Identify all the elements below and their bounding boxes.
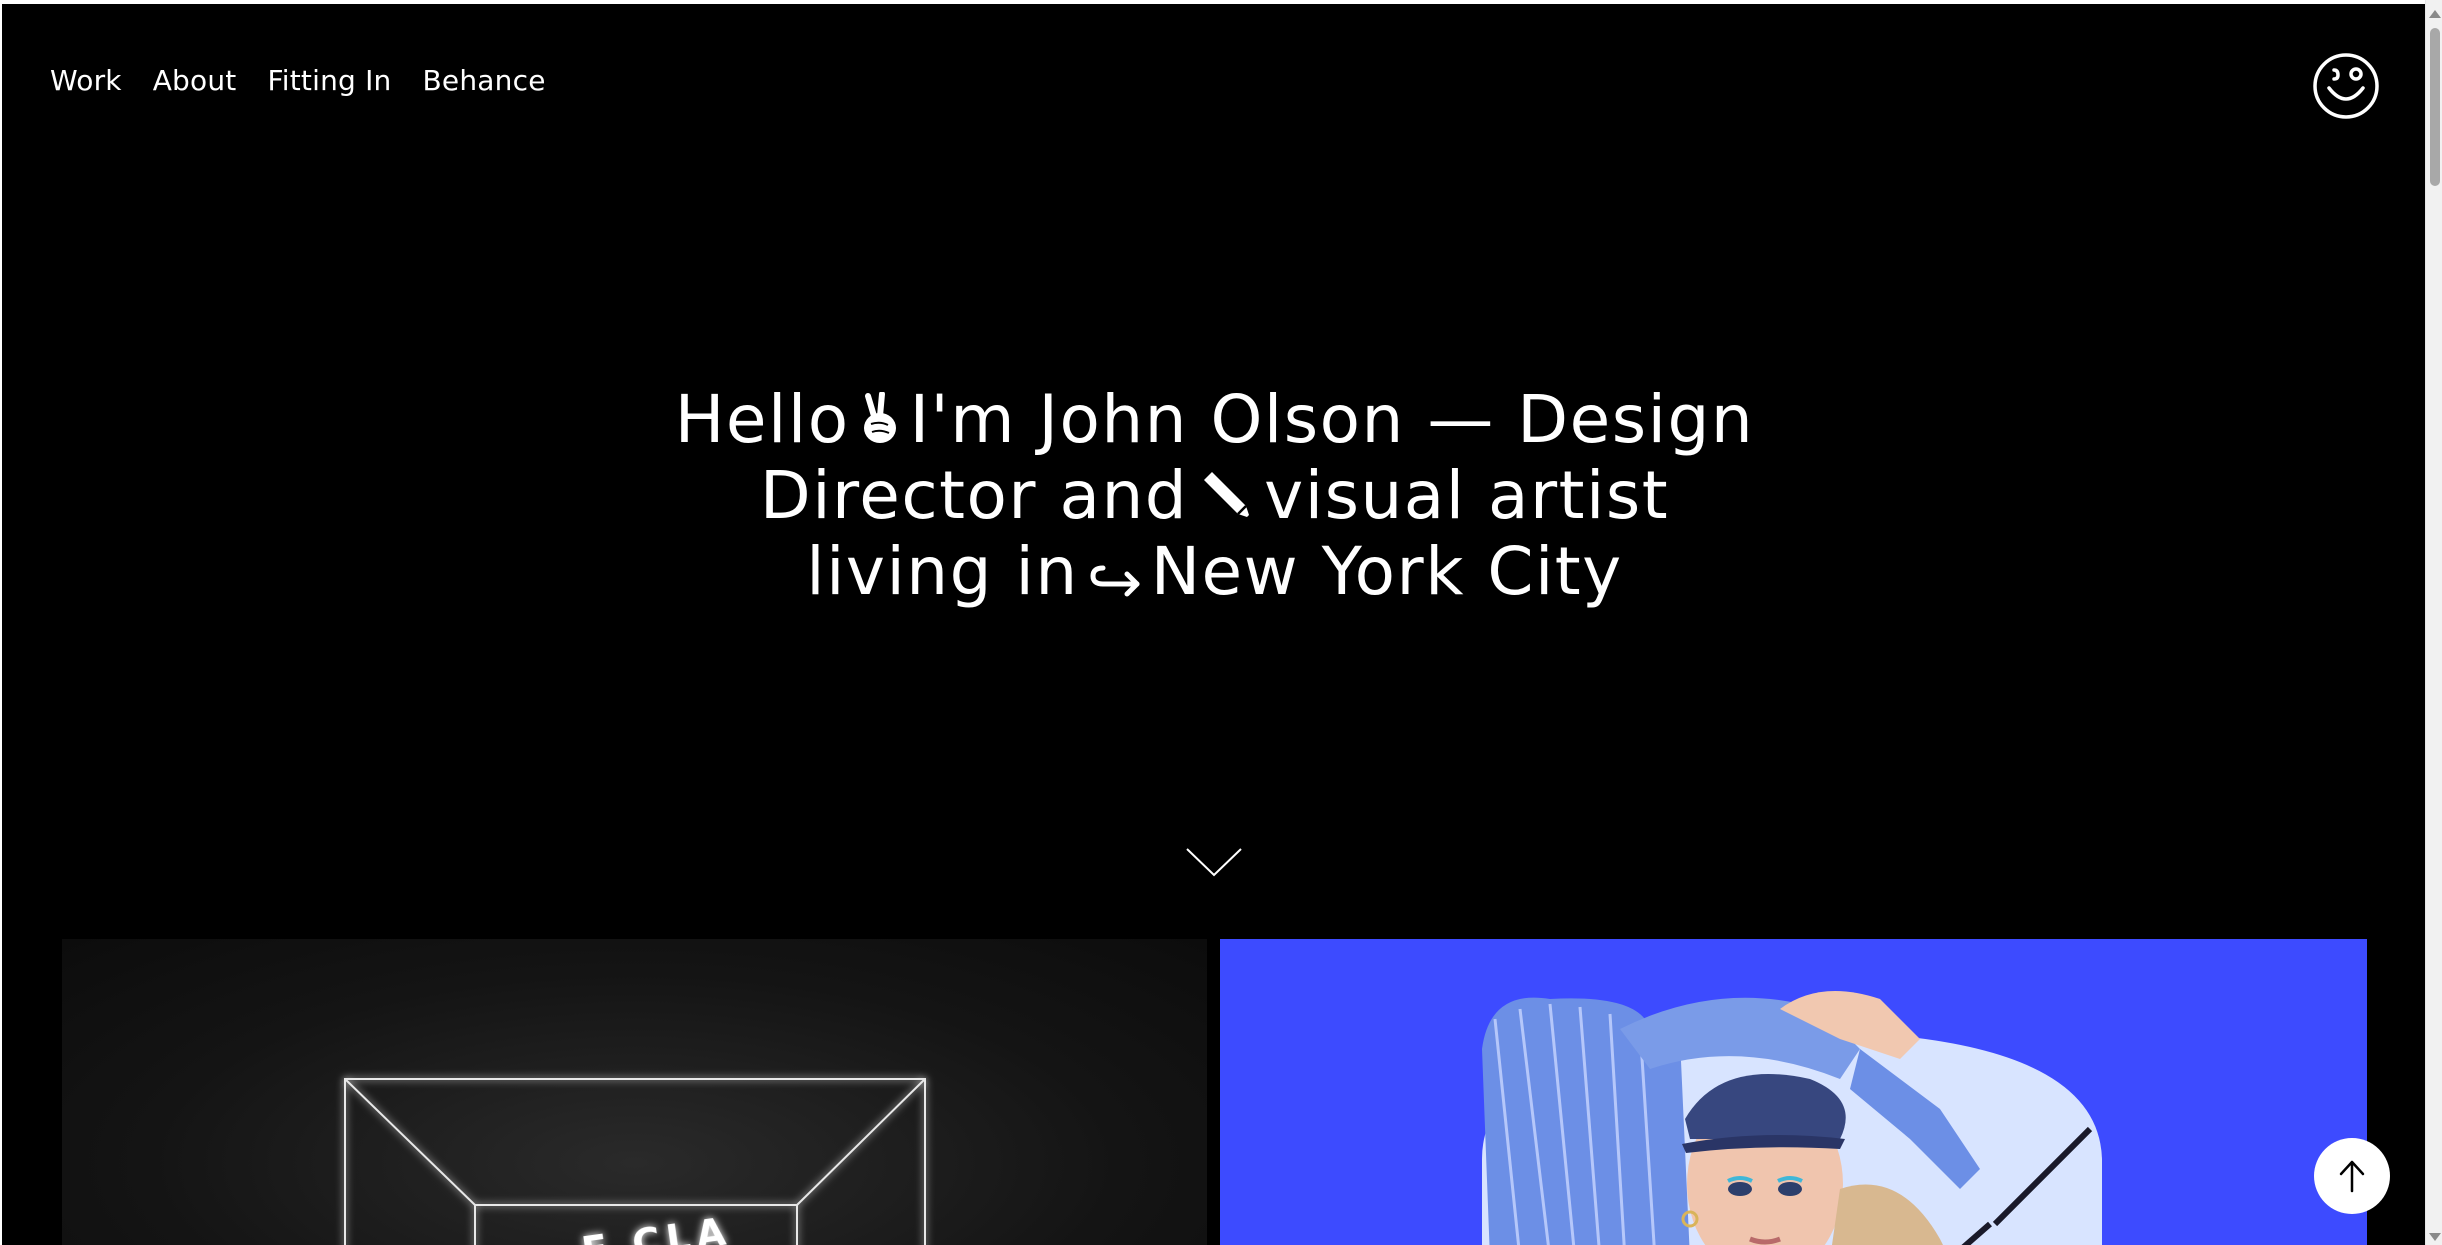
fashion-portrait-artwork (1482, 991, 2102, 1245)
hero-text: Hello (674, 381, 850, 458)
chevron-down-icon (1186, 848, 1242, 877)
scroll-down-button[interactable] (1185, 846, 1243, 878)
scroll-thumb[interactable] (2430, 28, 2440, 186)
project-tile-neon-box[interactable]: E CLA (62, 939, 1207, 1245)
peace-hand-icon (860, 388, 900, 460)
smiley-face-icon (2313, 53, 2379, 119)
scroll-up-arrow[interactable] (2429, 10, 2441, 18)
nav-link-fitting-in[interactable]: Fitting In (268, 62, 392, 100)
hero-heading: Hello I'm John Olson — Design Director a… (2, 384, 2425, 612)
nav-link-about[interactable]: About (153, 62, 237, 100)
hero-text: New York City (1150, 532, 1623, 610)
hero-text: I'm John Olson — Design (909, 381, 1755, 458)
main-nav: Work About Fitting In Behance (50, 62, 546, 100)
pencil-icon (1198, 464, 1254, 536)
arrow-hook-icon (1089, 540, 1141, 612)
page-viewport: Work About Fitting In Behance Hello I'm … (0, 0, 2425, 1245)
hero-line-3: living in New York City (2, 532, 2425, 612)
neon-box-text: E CLA (579, 1209, 734, 1245)
hero-text: Director and (759, 456, 1189, 534)
hero-text: visual artist (1264, 456, 1670, 534)
arrow-up-icon (2339, 1160, 2365, 1193)
hero-text: living in (806, 532, 1079, 610)
page-scrollbar[interactable] (2425, 0, 2442, 1245)
hero-line-1: Hello I'm John Olson — Design (2, 384, 2425, 460)
project-tile-fashion[interactable] (1220, 939, 2367, 1245)
back-to-top-button[interactable] (2314, 1138, 2390, 1214)
logo-button[interactable] (2312, 52, 2380, 120)
scroll-down-arrow[interactable] (2429, 1233, 2441, 1241)
hero-line-2: Director and visual artist (2, 456, 2425, 536)
nav-link-behance[interactable]: Behance (423, 62, 546, 100)
neon-box-artwork: E CLA (344, 1078, 926, 1245)
nav-link-work[interactable]: Work (50, 62, 122, 100)
